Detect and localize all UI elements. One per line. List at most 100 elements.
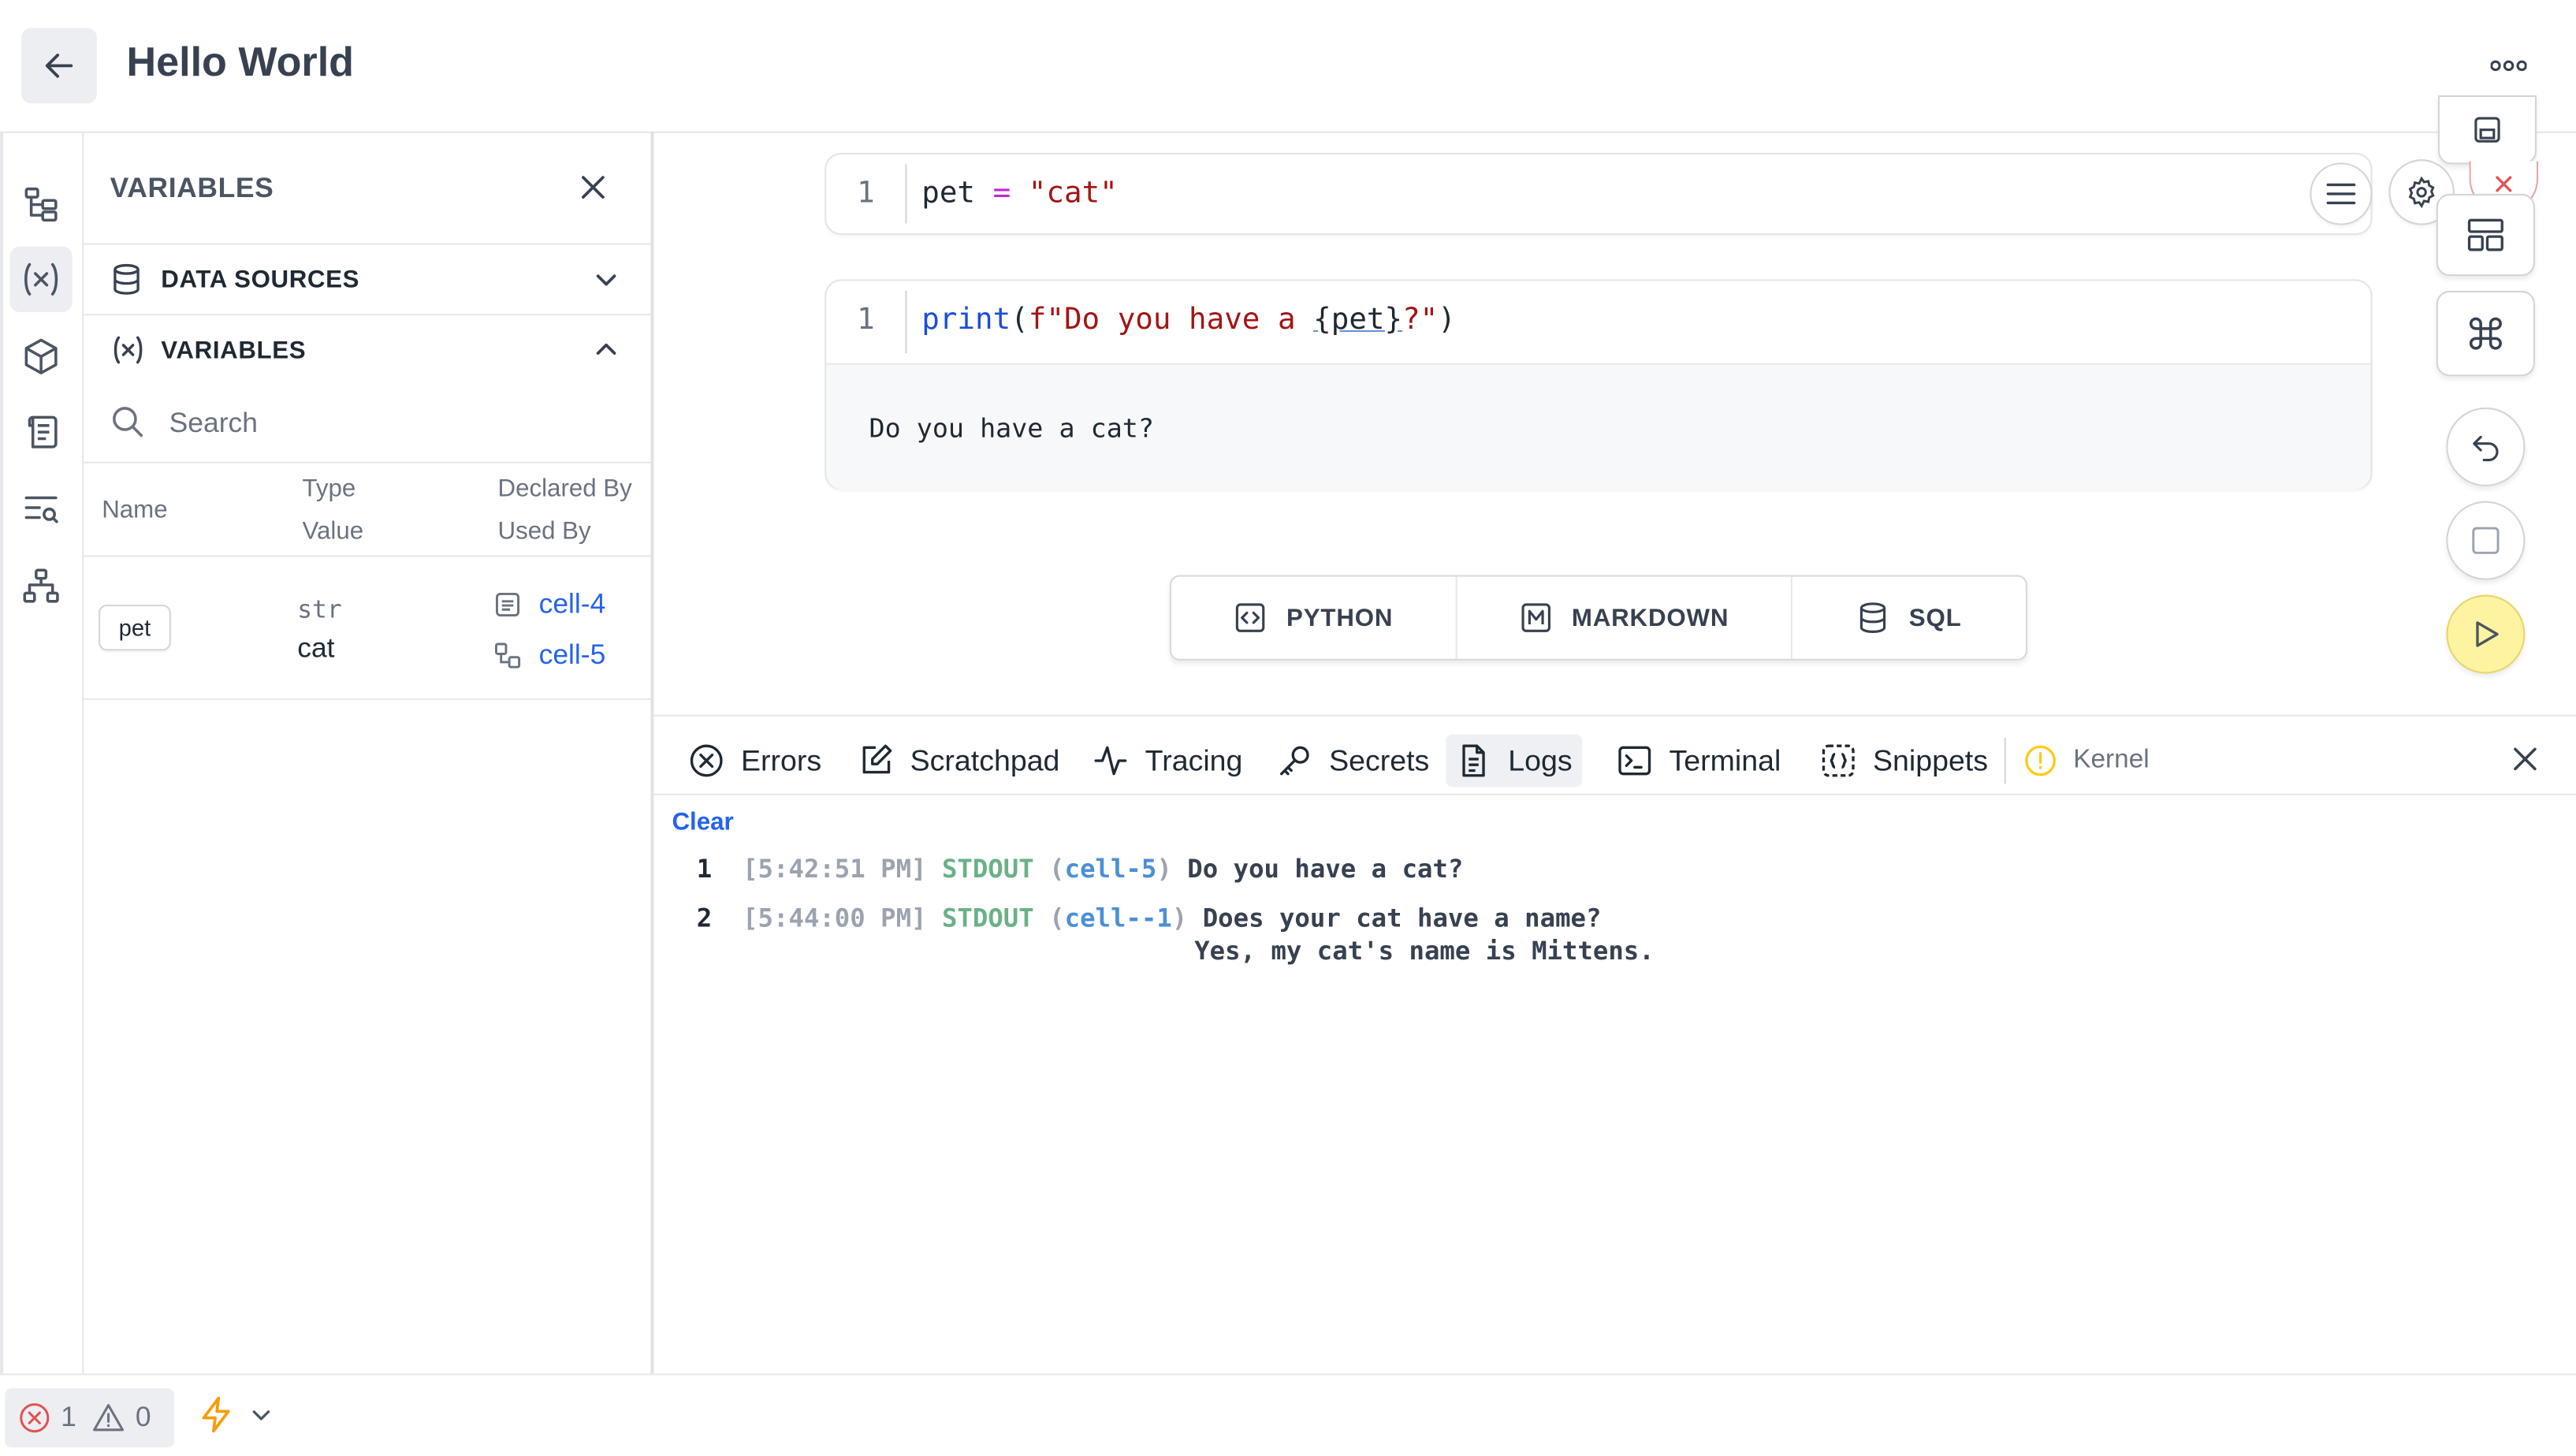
log-timestamp: [5:44:00 PM] bbox=[743, 903, 927, 933]
code-line[interactable]: print(f"Do you have a {pet}?") bbox=[921, 302, 1456, 337]
clear-logs-button[interactable]: Clear bbox=[672, 808, 733, 836]
log-level: STDOUT bbox=[941, 903, 1034, 933]
code-token: print bbox=[921, 302, 1011, 337]
back-button[interactable] bbox=[21, 28, 97, 104]
sidebar-item-outline[interactable] bbox=[10, 399, 73, 464]
gear-icon bbox=[2408, 176, 2435, 209]
layout-icon bbox=[2467, 218, 2503, 251]
table-row[interactable]: pet str cat cell-4 cell-5 bbox=[84, 555, 651, 700]
variables-panel: VARIABLES DATA SOURCES VARIABLES Search … bbox=[84, 131, 654, 1374]
runtime-mode-dropdown[interactable] bbox=[197, 1395, 273, 1434]
list-search-icon bbox=[24, 496, 58, 523]
sidebar-item-files[interactable] bbox=[10, 171, 73, 236]
tab-logs[interactable]: Logs bbox=[1446, 734, 1583, 788]
close-icon bbox=[2496, 176, 2512, 192]
bottom-panel: Errors Scratchpad Tracing Secrets Logs T… bbox=[653, 714, 2576, 1376]
search-icon bbox=[110, 404, 145, 439]
edit-note-icon bbox=[862, 744, 892, 774]
log-message-continuation: Yes, my cat's name is Mittens. bbox=[1194, 936, 1655, 966]
tab-secrets[interactable]: Secrets bbox=[1267, 735, 1439, 788]
tab-label: Terminal bbox=[1669, 743, 1781, 776]
variables-section-header[interactable]: VARIABLES bbox=[84, 314, 651, 385]
variable-value: cat bbox=[297, 632, 335, 665]
column-header-type[interactable]: Type bbox=[302, 475, 356, 502]
code-token: ) bbox=[1438, 302, 1456, 337]
command-palette-button[interactable] bbox=[2436, 290, 2535, 377]
tabs-divider bbox=[653, 793, 2576, 795]
tab-tracing[interactable]: Tracing bbox=[1082, 735, 1252, 788]
add-markdown-cell-button[interactable]: MARKDOWN bbox=[1457, 576, 1792, 659]
app-header: Hello World bbox=[0, 0, 2576, 133]
more-options-button[interactable] bbox=[2484, 50, 2533, 83]
code-token: ( bbox=[1011, 302, 1029, 337]
python-label: PYTHON bbox=[1286, 603, 1394, 632]
tab-label: Snippets bbox=[1872, 743, 1989, 776]
tab-label: Logs bbox=[1508, 743, 1573, 776]
notebook-title[interactable]: Hello World bbox=[126, 39, 354, 87]
error-circle-icon bbox=[690, 744, 723, 777]
key-icon bbox=[1280, 746, 1309, 776]
log-message: Do you have a cat? bbox=[1187, 854, 1464, 884]
kernel-label: Kernel bbox=[2073, 746, 2150, 774]
log-cell-link[interactable]: cell--1 bbox=[1065, 903, 1172, 933]
save-button[interactable] bbox=[2437, 95, 2537, 165]
tab-terminal[interactable]: Terminal bbox=[1606, 735, 1790, 788]
code-cell[interactable]: 1 print(f"Do you have a {pet}?") Do you … bbox=[825, 279, 2373, 490]
code-token: = bbox=[992, 176, 1011, 210]
close-panel-button[interactable] bbox=[2511, 744, 2541, 774]
add-sql-cell-button[interactable]: SQL bbox=[1792, 577, 2026, 659]
undo-icon bbox=[2473, 435, 2499, 462]
variable-name-chip[interactable]: pet bbox=[99, 604, 171, 651]
sidebar-item-dependencies[interactable] bbox=[10, 553, 73, 619]
add-python-cell-button[interactable]: PYTHON bbox=[1171, 576, 1457, 659]
snippet-braces-icon bbox=[1822, 744, 1855, 777]
used-by-link[interactable]: cell-5 bbox=[539, 639, 606, 672]
undo-button[interactable] bbox=[2446, 407, 2526, 486]
warning-count: 0 bbox=[135, 1401, 151, 1433]
panel-title: VARIABLES bbox=[110, 172, 274, 204]
activity-icon bbox=[1094, 746, 1127, 776]
code-token: f"Do you have a bbox=[1028, 302, 1314, 337]
line-number: 1 bbox=[857, 302, 875, 337]
declared-by-link[interactable]: cell-4 bbox=[539, 588, 606, 621]
data-sources-label: DATA SOURCES bbox=[161, 266, 360, 295]
search-input[interactable] bbox=[166, 402, 633, 445]
layout-button[interactable] bbox=[2436, 193, 2535, 277]
package-box-icon bbox=[24, 338, 58, 374]
close-icon bbox=[2514, 747, 2537, 771]
sidebar-item-packages[interactable] bbox=[10, 324, 73, 389]
tab-label: Secrets bbox=[1329, 743, 1430, 776]
kernel-status[interactable]: Kernel bbox=[2014, 735, 2159, 788]
tab-scratchpad[interactable]: Scratchpad bbox=[847, 735, 1069, 788]
column-header-declared-by[interactable]: Declared By bbox=[498, 475, 632, 502]
log-cell-link[interactable]: cell-5 bbox=[1065, 855, 1157, 884]
cell-actions-button[interactable] bbox=[2310, 162, 2373, 225]
code-token: ?" bbox=[1402, 302, 1439, 337]
lightning-icon bbox=[202, 1396, 230, 1433]
tab-snippets[interactable]: Snippets bbox=[1811, 735, 1998, 788]
save-icon bbox=[2474, 117, 2500, 143]
markdown-label: MARKDOWN bbox=[1571, 603, 1729, 632]
close-panel-button[interactable] bbox=[577, 171, 610, 204]
column-header-name[interactable]: Name bbox=[102, 496, 167, 523]
play-icon bbox=[2476, 621, 2499, 647]
code-cell[interactable]: 1 pet = "cat" bbox=[825, 152, 2373, 236]
error-warning-summary[interactable]: 1 0 bbox=[5, 1388, 174, 1448]
code-line[interactable]: pet = "cat" bbox=[921, 176, 1118, 210]
notebook-area: 1 pet = "cat" 1 print(f"Do you have a {p… bbox=[654, 132, 2576, 715]
markdown-icon bbox=[1521, 603, 1550, 632]
tab-label: Scratchpad bbox=[910, 743, 1060, 776]
more-horizontal-icon bbox=[2490, 60, 2527, 72]
chevron-down-icon bbox=[252, 1410, 270, 1421]
sidebar-item-find[interactable] bbox=[10, 476, 73, 542]
column-header-value: Value bbox=[302, 517, 364, 546]
run-all-button[interactable] bbox=[2446, 594, 2526, 674]
data-sources-section-header[interactable]: DATA SOURCES bbox=[84, 243, 651, 314]
log-entry: 1 [5:42:51 PM] STDOUT (cell-5) Do you ha… bbox=[696, 854, 1464, 884]
stop-button[interactable] bbox=[2446, 501, 2526, 580]
scroll-document-icon bbox=[28, 415, 58, 449]
log-message: Does your cat have a name? bbox=[1202, 903, 1602, 933]
menu-lines-icon bbox=[2326, 183, 2356, 205]
tab-errors[interactable]: Errors bbox=[679, 735, 832, 788]
sidebar-item-variables[interactable] bbox=[9, 246, 73, 312]
